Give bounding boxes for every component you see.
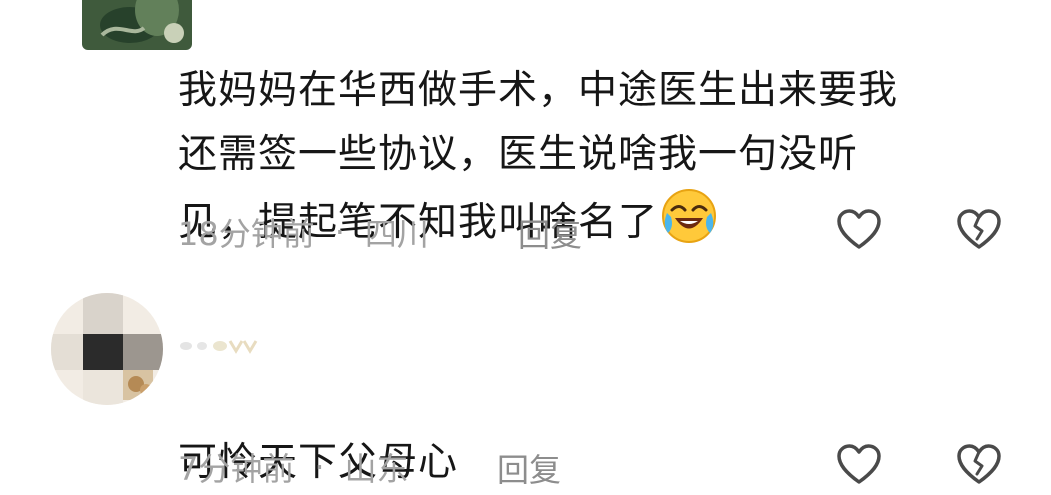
comment-meta: 7分钟前 · 山东 xyxy=(178,445,409,489)
laughing-crying-emoji-icon xyxy=(660,187,718,245)
broken-heart-icon[interactable] xyxy=(955,206,1003,254)
meta-separator: · xyxy=(334,213,345,251)
heart-outline-icon[interactable] xyxy=(835,206,883,254)
comment-time: 7分钟前 xyxy=(178,450,295,488)
comment-meta: 18分钟前 · 四川 xyxy=(178,210,429,254)
avatar[interactable] xyxy=(82,0,192,50)
broken-heart-icon[interactable] xyxy=(955,441,1003,489)
avatar[interactable] xyxy=(50,292,163,405)
comment-time: 18分钟前 xyxy=(178,215,315,253)
reply-button[interactable]: 回复 xyxy=(518,210,582,256)
meta-separator: · xyxy=(314,448,325,486)
comment-item-2: 可怜天下父母心 7分钟前 · 山东 回复 xyxy=(0,270,1051,492)
username-blurred[interactable] xyxy=(178,336,268,356)
comment-location: 山东 xyxy=(344,450,409,488)
comment-item-1: 我妈妈在华西做手术，中途医生出来要我 还需签一些协议，医生说啥我一句没听 见，提… xyxy=(0,0,1051,270)
reply-button[interactable]: 回复 xyxy=(497,445,561,491)
comment-location: 四川 xyxy=(364,215,429,253)
heart-outline-icon[interactable] xyxy=(835,441,883,489)
